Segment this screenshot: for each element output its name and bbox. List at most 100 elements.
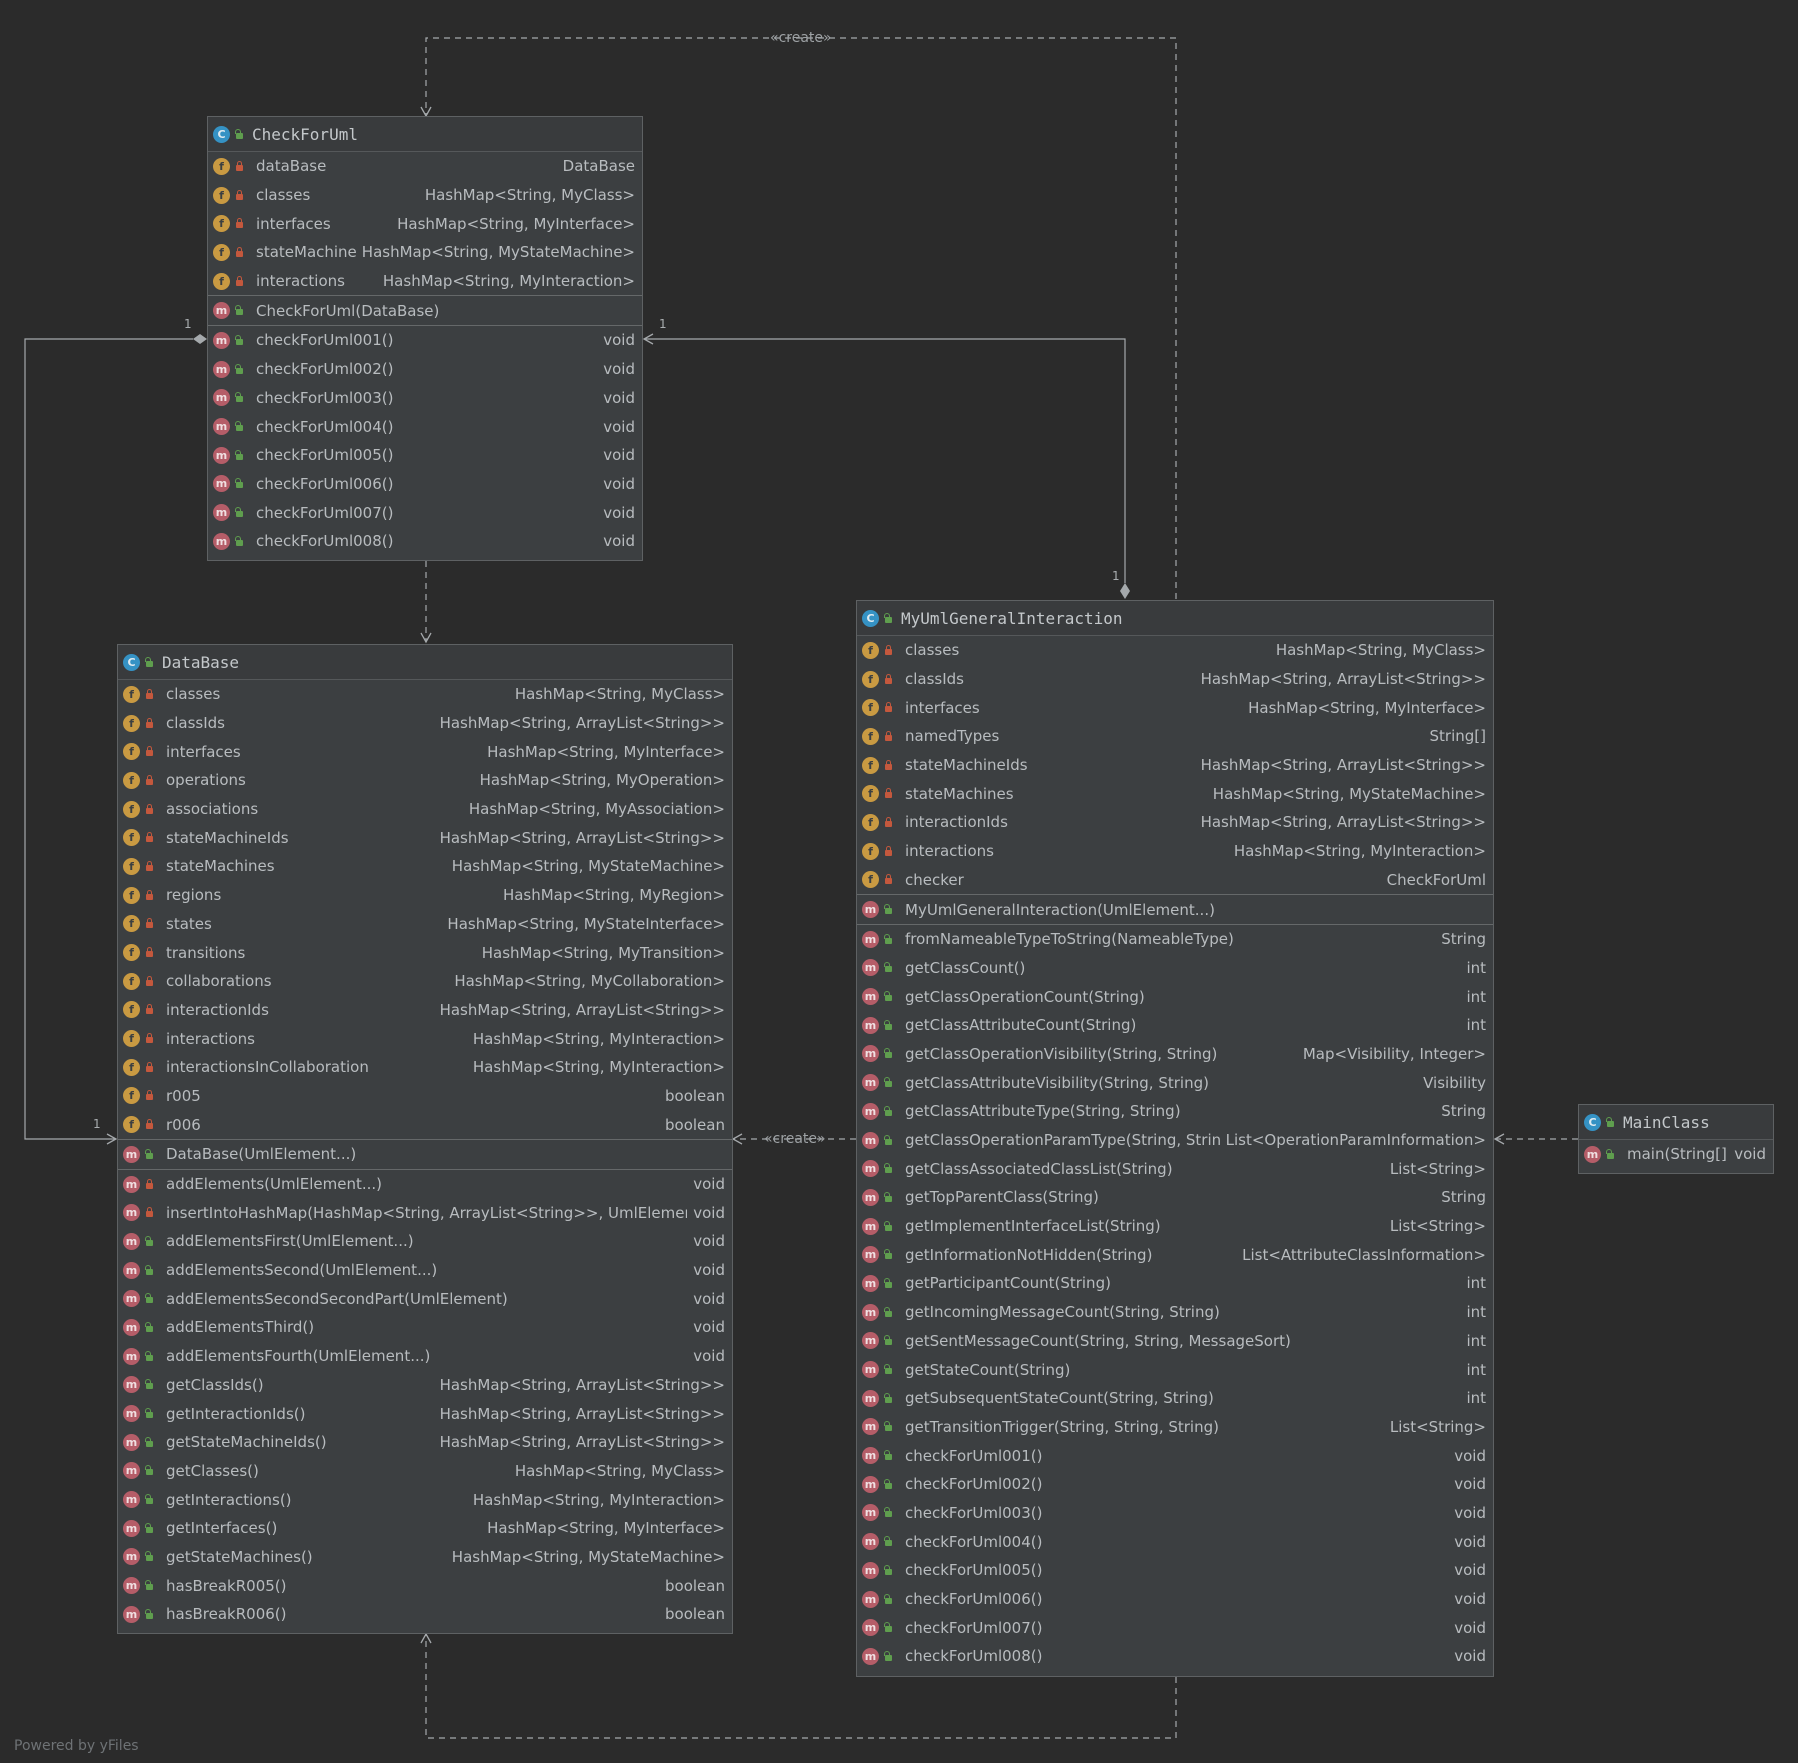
method-row[interactable]: m getClassAttributeVisibility(String, Str…: [857, 1068, 1493, 1097]
constructor-row[interactable]: m MyUmlGeneralInteraction(UmlElement...): [857, 895, 1493, 924]
method-row[interactable]: m addElements(UmlElement...) void: [118, 1170, 732, 1199]
method-row[interactable]: m getTransitionTrigger(String, String, St…: [857, 1413, 1493, 1442]
method-row[interactable]: m getParticipantCount(String) int: [857, 1269, 1493, 1298]
constructor-row[interactable]: m CheckForUml(DataBase): [208, 296, 642, 325]
class-node[interactable]: C DataBase f classes HashMap<String, MyClass…: [117, 644, 733, 1634]
method-row[interactable]: m checkForUml003() void: [857, 1499, 1493, 1528]
method-row[interactable]: m checkForUml004() void: [857, 1527, 1493, 1556]
method-row[interactable]: m checkForUml006() void: [208, 470, 642, 499]
field-row[interactable]: f associations HashMap<String, MyAssociati…: [118, 795, 732, 824]
method-row[interactable]: m getClassOperationCount(String) int: [857, 982, 1493, 1011]
field-row[interactable]: f dataBase DataBase: [208, 152, 642, 181]
class-header[interactable]: C MyUmlGeneralInteraction: [857, 601, 1493, 636]
class-node[interactable]: C MyUmlGeneralInteraction f classes HashMap<…: [856, 600, 1494, 1677]
method-row[interactable]: m hasBreakR005() boolean: [118, 1571, 732, 1600]
method-row[interactable]: m hasBreakR006() boolean: [118, 1600, 732, 1629]
field-row[interactable]: f stateMachines HashMap<String, MyStateMac…: [857, 779, 1493, 808]
method-row[interactable]: m getClassOperationParamType(String, Stri…: [857, 1126, 1493, 1155]
method-row[interactable]: m checkForUml001() void: [857, 1441, 1493, 1470]
public-lock-icon: [883, 1019, 894, 1031]
field-row[interactable]: f classes HashMap<String, MyClass>: [857, 636, 1493, 665]
method-row[interactable]: m checkForUml001() void: [208, 326, 642, 355]
field-row[interactable]: f stateMachines HashMap<String, MyStateMac…: [118, 852, 732, 881]
method-row[interactable]: m getClassOperationVisibility(String, Str…: [857, 1040, 1493, 1069]
method-row[interactable]: m addElementsThird() void: [118, 1313, 732, 1342]
field-icon: f: [213, 157, 230, 175]
field-row[interactable]: f classIds HashMap<String, ArrayList<Strin…: [118, 709, 732, 738]
field-icon: f: [123, 829, 140, 847]
field-row[interactable]: f namedTypes String[]: [857, 722, 1493, 751]
field-row[interactable]: f interactions HashMap<String, MyInteracti…: [857, 837, 1493, 866]
method-row[interactable]: m checkForUml007() void: [857, 1613, 1493, 1642]
method-row[interactable]: m getClassAttributeType(String, String) St…: [857, 1097, 1493, 1126]
method-row[interactable]: m getClasses() HashMap<String, MyClass>: [118, 1457, 732, 1486]
field-row[interactable]: f classes HashMap<String, MyClass>: [208, 181, 642, 210]
method-row[interactable]: m addElementsSecond(UmlElement...) void: [118, 1256, 732, 1285]
class-header[interactable]: C MainClass: [1579, 1105, 1773, 1140]
field-row[interactable]: f classes HashMap<String, MyClass>: [118, 680, 732, 709]
field-row[interactable]: f interfaces HashMap<String, MyInterface>: [208, 209, 642, 238]
field-row[interactable]: f stateMachineIds HashMap<String, ArrayLis…: [118, 823, 732, 852]
field-row[interactable]: f interactions HashMap<String, MyInteracti…: [208, 267, 642, 296]
member-type: int: [1466, 1389, 1486, 1408]
method-icon: m: [123, 1290, 140, 1308]
method-row[interactable]: m insertIntoHashMap(HashMap<String, Array…: [118, 1198, 732, 1227]
class-header[interactable]: C DataBase: [118, 645, 732, 680]
method-row[interactable]: m main(String[]) void: [1579, 1140, 1773, 1169]
method-row[interactable]: m getInterfaces() HashMap<String, MyInterf…: [118, 1514, 732, 1543]
field-row[interactable]: f stateMachineIds HashMap<String, ArrayLis…: [857, 751, 1493, 780]
method-row[interactable]: m checkForUml005() void: [857, 1556, 1493, 1585]
class-header[interactable]: C CheckForUml: [208, 117, 642, 152]
field-row[interactable]: f stateMachines HashMap<String, MyStateMac…: [208, 238, 642, 267]
method-row[interactable]: m getClassIds() HashMap<String, ArrayList<…: [118, 1371, 732, 1400]
method-icon: m: [862, 1074, 879, 1092]
class-node[interactable]: C CheckForUml f dataBase DataBase f classes Has…: [207, 116, 643, 561]
field-row[interactable]: f interactionIds HashMap<String, ArrayList…: [857, 808, 1493, 837]
method-row[interactable]: m getClassCount() int: [857, 954, 1493, 983]
field-row[interactable]: f states HashMap<String, MyStateInterface>: [118, 910, 732, 939]
field-row[interactable]: f interactions HashMap<String, MyInteracti…: [118, 1024, 732, 1053]
field-row[interactable]: f classIds HashMap<String, ArrayList<Strin…: [857, 665, 1493, 694]
field-row[interactable]: f r005 boolean: [118, 1082, 732, 1111]
field-icon: f: [862, 670, 879, 688]
method-row[interactable]: m getClassAttributeCount(String) int: [857, 1011, 1493, 1040]
method-row[interactable]: m checkForUml005() void: [208, 441, 642, 470]
method-row[interactable]: m getStateCount(String) int: [857, 1355, 1493, 1384]
field-row[interactable]: f operations HashMap<String, MyOperation>: [118, 766, 732, 795]
method-row[interactable]: m checkForUml008() void: [208, 527, 642, 556]
constructor-row[interactable]: m DataBase(UmlElement...): [118, 1140, 732, 1169]
method-row[interactable]: m getImplementInterfaceList(String) List<S…: [857, 1212, 1493, 1241]
method-row[interactable]: m getIncomingMessageCount(String, String)…: [857, 1298, 1493, 1327]
method-row[interactable]: m fromNameableTypeToString(NameableType) S…: [857, 925, 1493, 954]
method-row[interactable]: m addElementsFirst(UmlElement...) void: [118, 1227, 732, 1256]
method-row[interactable]: m checkForUml006() void: [857, 1585, 1493, 1614]
method-row[interactable]: m getSentMessageCount(String, String, Mes…: [857, 1327, 1493, 1356]
method-row[interactable]: m getInteractionIds() HashMap<String, Arra…: [118, 1399, 732, 1428]
method-row[interactable]: m checkForUml002() void: [208, 355, 642, 384]
method-row[interactable]: m getStateMachineIds() HashMap<String, Arr…: [118, 1428, 732, 1457]
field-row[interactable]: f interfaces HashMap<String, MyInterface>: [857, 693, 1493, 722]
field-row[interactable]: f collaborations HashMap<String, MyCollabo…: [118, 967, 732, 996]
field-row[interactable]: f r006 boolean: [118, 1110, 732, 1139]
method-row[interactable]: m getStateMachines() HashMap<String, MySta…: [118, 1543, 732, 1572]
method-row[interactable]: m addElementsSecondSecondPart(UmlElement)…: [118, 1284, 732, 1313]
method-row[interactable]: m checkForUml002() void: [857, 1470, 1493, 1499]
method-row[interactable]: m getTopParentClass(String) String: [857, 1183, 1493, 1212]
method-row[interactable]: m checkForUml007() void: [208, 498, 642, 527]
field-row[interactable]: f regions HashMap<String, MyRegion>: [118, 881, 732, 910]
method-row[interactable]: m getInformationNotHidden(String) List<Att…: [857, 1240, 1493, 1269]
method-row[interactable]: m getClassAssociatedClassList(String) List…: [857, 1154, 1493, 1183]
method-row[interactable]: m getInteractions() HashMap<String, MyInte…: [118, 1485, 732, 1514]
method-row[interactable]: m checkForUml004() void: [208, 412, 642, 441]
class-node[interactable]: C MainClass m main(String[]) void: [1578, 1104, 1774, 1174]
field-row[interactable]: f interfaces HashMap<String, MyInterface>: [118, 737, 732, 766]
method-row[interactable]: m addElementsFourth(UmlElement...) void: [118, 1342, 732, 1371]
field-row[interactable]: f interactionIds HashMap<String, ArrayList…: [118, 996, 732, 1025]
field-row[interactable]: f checker CheckForUml: [857, 866, 1493, 895]
field-row[interactable]: f transitions HashMap<String, MyTransition…: [118, 938, 732, 967]
method-row[interactable]: m getSubsequentStateCount(String, String)…: [857, 1384, 1493, 1413]
method-row[interactable]: m checkForUml003() void: [208, 384, 642, 413]
method-row[interactable]: m checkForUml008() void: [857, 1642, 1493, 1671]
private-lock-icon: [883, 845, 894, 857]
field-row[interactable]: f interactionsInCollaboration HashMap<Stri…: [118, 1053, 732, 1082]
